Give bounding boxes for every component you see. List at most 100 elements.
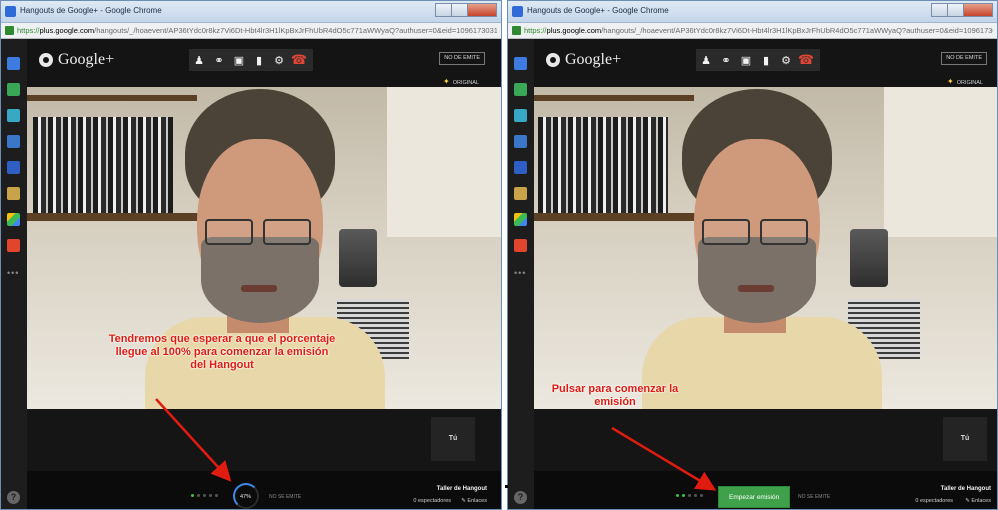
more-apps-icon[interactable]: ••• (7, 269, 21, 278)
logo-text: Google+ (565, 51, 622, 68)
mouth (241, 285, 277, 292)
glasses-right (263, 219, 311, 245)
status-bar (27, 471, 501, 509)
self-thumbnail[interactable]: Tú (431, 417, 475, 461)
loading-dot (191, 494, 194, 497)
original-label: ORIGINAL (452, 80, 479, 86)
hangout-app: ••• ? Google+ ♟ ⚭ ▣ ▮ ⚙ ☎ NO DE EMITE ✦ O… (1, 39, 501, 509)
invite-icon[interactable]: ♟ (189, 49, 209, 71)
loading-dot (694, 494, 697, 497)
loading-dot (688, 494, 691, 497)
invite-icon[interactable]: ♟ (696, 49, 716, 71)
start-broadcast-button[interactable]: Empezar emisión (718, 486, 791, 508)
hangup-icon[interactable]: ☎ (289, 49, 309, 71)
mouth (738, 285, 774, 292)
mic-mute-icon[interactable]: ⚭ (716, 49, 736, 71)
url-host: plus.google.com (39, 26, 95, 35)
hangout-topbar: Google+ ♟ ⚭ ▣ ▮ ⚙ ☎ NO DE EMITE ✦ ORIGINA… (27, 39, 501, 87)
loading-dot (215, 494, 218, 497)
close-icon[interactable] (467, 3, 497, 17)
maximize-icon[interactable] (451, 3, 468, 17)
loading-dot (682, 494, 685, 497)
live-status-button[interactable]: NO DE EMITE (941, 52, 987, 65)
spectator-count: 0 espectadores (413, 498, 451, 504)
loading-dots (676, 494, 706, 498)
minimize-icon[interactable] (435, 3, 452, 17)
more-apps-icon[interactable]: ••• (514, 269, 528, 278)
loading-dot (203, 494, 206, 497)
address-bar[interactable]: https://plus.google.com/hangouts/_/hoaev… (508, 23, 997, 39)
person (642, 87, 882, 409)
instruction-annotation: Pulsar para comenzar la emisión (551, 383, 679, 408)
hangout-topbar: Google+ ♟ ⚭ ▣ ▮ ⚙ ☎ NO DE EMITE ✦ ORIGINA… (534, 39, 997, 87)
title-bar: Hangouts de Google+ - Google Chrome (1, 1, 501, 23)
share-icon[interactable] (514, 83, 527, 96)
hangup-icon[interactable]: ☎ (796, 49, 816, 71)
url-text[interactable]: https://plus.google.com/hangouts/_/hoaev… (17, 25, 497, 37)
url-text[interactable]: https://plus.google.com/hangouts/_/hoaev… (524, 25, 993, 37)
glasses-right (760, 219, 808, 245)
wall (387, 87, 501, 237)
bandwidth-icon[interactable]: ▮ (249, 49, 269, 71)
minimize-icon[interactable] (931, 3, 948, 17)
original-label: ORIGINAL (956, 80, 983, 86)
self-thumbnail[interactable]: Tú (943, 417, 987, 461)
event-title: Taller de Hangout (436, 486, 487, 492)
hangout-app: ••• ? Google+ ♟ ⚭ ▣ ▮ ⚙ ☎ NO DE EMITE ✦ O… (508, 39, 997, 509)
beard (698, 237, 816, 323)
video-feed: Pulsar para comenzar la emisión (534, 87, 997, 409)
loading-dot (676, 494, 679, 497)
magic-wand-icon: ✦ (947, 77, 954, 86)
wall (884, 87, 997, 237)
video-mute-icon[interactable]: ▣ (736, 49, 756, 71)
photo-icon[interactable] (514, 109, 527, 122)
bandwidth-icon[interactable]: ▮ (756, 49, 776, 71)
glasses-left (205, 219, 253, 245)
browser-window-left: Hangouts de Google+ - Google Chrome http… (0, 0, 502, 510)
title-bar: Hangouts de Google+ - Google Chrome (508, 1, 997, 23)
browser-window-right: Hangouts de Google+ - Google Chrome http… (507, 0, 998, 510)
settings-icon[interactable]: ⚙ (776, 49, 796, 71)
loading-dots (191, 494, 221, 498)
links-label: Enlaces (467, 498, 487, 504)
window-controls (931, 3, 993, 17)
links-button[interactable]: ✎ Enlaces (461, 498, 487, 504)
hangouts-logo-icon (546, 53, 560, 67)
app-icon[interactable] (514, 187, 527, 200)
photo-icon[interactable] (7, 109, 20, 122)
address-bar[interactable]: https://plus.google.com/hangouts/_/hoaev… (1, 23, 501, 39)
settings-icon[interactable]: ⚙ (269, 49, 289, 71)
close-icon[interactable] (963, 3, 993, 17)
links-button[interactable]: ✎ Enlaces (965, 498, 991, 504)
help-icon[interactable]: ? (7, 491, 20, 504)
drive-icon[interactable] (7, 213, 20, 226)
hangouts-favicon-icon (5, 6, 16, 17)
not-broadcasting-label: NO SE EMITE (269, 494, 302, 500)
camera-icon[interactable] (7, 135, 20, 148)
help-icon[interactable]: ? (514, 491, 527, 504)
thumbnail-strip (27, 409, 501, 471)
chat-icon[interactable] (514, 57, 527, 70)
chat-icon[interactable] (7, 57, 20, 70)
url-path: /hangouts/_/hoaevent/AP36tYdc0r8kz7Vi6Dt… (601, 26, 993, 35)
video-mute-icon[interactable]: ▣ (229, 49, 249, 71)
lock-icon (5, 26, 14, 35)
call-toolbar: ♟ ⚭ ▣ ▮ ⚙ ☎ (189, 49, 313, 71)
youtube-icon[interactable] (514, 239, 527, 252)
drive-icon[interactable] (514, 213, 527, 226)
maximize-icon[interactable] (947, 3, 964, 17)
youtube-icon[interactable] (7, 239, 20, 252)
camera-icon[interactable] (514, 135, 527, 148)
instruction-annotation: Tendremos que esperar a que el porcentaj… (108, 333, 336, 371)
effects-icon[interactable] (514, 161, 527, 174)
not-broadcasting-label: NO SE EMITE (798, 494, 831, 500)
live-status-button[interactable]: NO DE EMITE (439, 52, 485, 65)
effects-icon[interactable] (7, 161, 20, 174)
thumbnail-strip (534, 409, 997, 471)
beard (201, 237, 319, 323)
loading-dot (209, 494, 212, 497)
loading-dot (197, 494, 200, 497)
mic-mute-icon[interactable]: ⚭ (209, 49, 229, 71)
app-icon[interactable] (7, 187, 20, 200)
share-icon[interactable] (7, 83, 20, 96)
